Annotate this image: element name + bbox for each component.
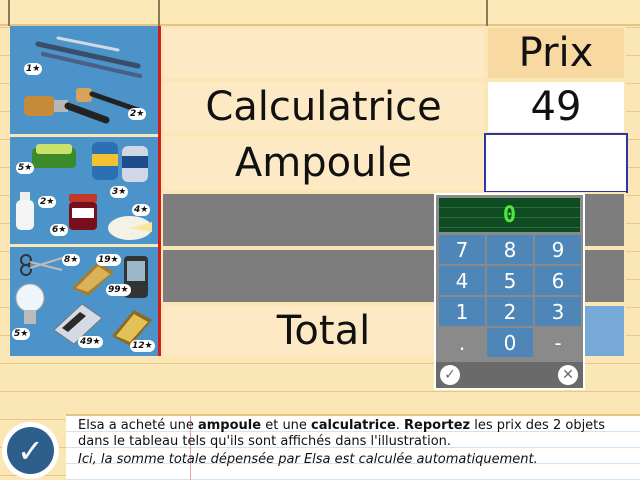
key-7[interactable]: 7 <box>439 235 485 264</box>
item-label-ampoule: Ampoule <box>234 140 413 186</box>
keypad-footer: ✓ ✕ <box>436 362 583 388</box>
lightbulb-icon <box>15 283 45 324</box>
top-strip <box>0 0 640 26</box>
emphasis: ampoule <box>197 418 262 433</box>
divider <box>8 0 10 26</box>
price-value-ampoule <box>486 135 626 191</box>
paintbrushes-icon <box>24 88 141 124</box>
header-empty-cell <box>161 26 486 80</box>
butter-box-icon <box>32 144 76 168</box>
instructions-text: Elsa a acheté une ampoule et une calcula… <box>78 418 634 450</box>
price-badge: 2★ <box>38 196 57 208</box>
check-icon: ✓ <box>7 427 54 474</box>
milk-bottle-icon <box>16 192 34 230</box>
instructions-note: Ici, la somme totale dépensée par Elsa e… <box>78 452 538 467</box>
jam-jar-icon <box>69 194 97 230</box>
scissors-icon <box>20 254 63 276</box>
text: Elsa a acheté une <box>78 418 198 433</box>
key-0[interactable]: 0 <box>487 328 533 357</box>
item-label-calculatrice: Calculatrice <box>205 84 442 130</box>
price-badge: 6★ <box>50 224 69 236</box>
key-1[interactable]: 1 <box>439 297 485 326</box>
price-value-calculatrice: 49 <box>530 84 582 130</box>
key-8[interactable]: 8 <box>487 235 533 264</box>
price-badge: 2★ <box>128 108 147 120</box>
divider <box>486 0 488 26</box>
price-badge: 19★ <box>96 254 121 266</box>
price-badge: 3★ <box>110 186 129 198</box>
key-minus[interactable]: - <box>535 328 581 357</box>
key-2[interactable]: 2 <box>487 297 533 326</box>
item-label-cell: Calculatrice <box>161 80 486 134</box>
instructions-box: Elsa a acheté une ampoule et une calcula… <box>66 414 640 480</box>
panel-divider <box>10 134 158 137</box>
key-5[interactable]: 5 <box>487 266 533 295</box>
price-badge: 8★ <box>62 254 81 266</box>
price-cell-calculatrice[interactable]: 49 <box>486 80 626 134</box>
price-badge: 5★ <box>12 328 31 340</box>
key-6[interactable]: 6 <box>535 266 581 295</box>
key-3[interactable]: 3 <box>535 297 581 326</box>
price-header: Prix <box>518 30 594 76</box>
emphasis: calculatrice <box>311 418 396 433</box>
price-badge: 99★ <box>106 284 131 296</box>
divider <box>158 0 160 26</box>
key-decimal[interactable]: . <box>439 328 485 357</box>
numeric-keypad: 0 7 8 9 4 5 6 1 2 3 . 0 - ✓ ✕ <box>434 193 585 390</box>
check-circle-icon[interactable]: ✓ <box>440 365 460 385</box>
validate-button[interactable]: ✓ <box>2 422 59 479</box>
price-badge: 49★ <box>78 336 103 348</box>
emphasis: Reportez <box>404 418 471 433</box>
price-input-ampoule[interactable] <box>484 133 628 193</box>
panel-divider <box>10 244 158 247</box>
key-4[interactable]: 4 <box>439 266 485 295</box>
price-badge: 4★ <box>132 204 151 216</box>
close-circle-icon[interactable]: ✕ <box>558 365 578 385</box>
illustration-panel: 1★ 2★ 5★ 3★ 2★ 6★ 4★ 8★ 19★ 99★ 5★ 49★ 1… <box>10 26 158 356</box>
key-9[interactable]: 9 <box>535 235 581 264</box>
price-badge: 5★ <box>16 162 35 174</box>
pens-icon <box>35 36 142 78</box>
cheese-icon <box>108 216 152 240</box>
text: et une <box>261 418 312 433</box>
keypad-display: 0 <box>439 198 580 232</box>
cans-icon <box>92 142 148 182</box>
text: . <box>395 418 405 433</box>
price-badge: 12★ <box>130 340 155 352</box>
price-header-cell: Prix <box>486 26 626 80</box>
item-label-cell: Ampoule <box>161 134 486 192</box>
price-badge: 1★ <box>24 63 43 75</box>
